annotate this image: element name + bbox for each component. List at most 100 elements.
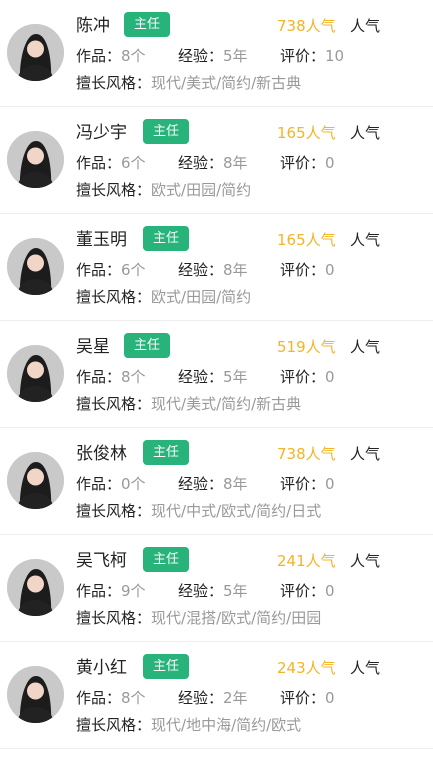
title-badge: 主任 <box>143 226 190 251</box>
popularity-count: 738人气 <box>277 445 336 463</box>
rating-stat: 评价：0 <box>280 259 335 281</box>
works-stat: 作品：0个 <box>76 473 146 495</box>
experience-label: 经验： <box>178 475 224 493</box>
rating-value: 10 <box>325 47 345 65</box>
styles-value: 现代/美式/简约/新古典 <box>151 395 302 413</box>
popularity-label: 人气 <box>350 231 381 249</box>
styles-row: 擅长风格：现代/中式/欧式/简约/日式 <box>76 500 321 522</box>
designer-card[interactable]: 冯少宇 主任 165人气 人气 作品：6个 经验：8年 评价：0 擅长风格：欧式… <box>0 107 433 214</box>
works-label: 作品： <box>76 154 122 172</box>
popularity-count: 243人气 <box>277 659 336 677</box>
styles-value: 欧式/田园/简约 <box>151 288 252 306</box>
styles-value: 现代/美式/简约/新古典 <box>151 74 302 92</box>
works-label: 作品： <box>76 582 122 600</box>
experience-stat: 经验：8年 <box>178 259 248 281</box>
styles-label: 擅长风格： <box>76 74 152 92</box>
experience-label: 经验： <box>178 154 224 172</box>
avatar[interactable] <box>7 131 64 188</box>
avatar[interactable] <box>7 666 64 723</box>
designer-card[interactable]: 黄小红 主任 243人气 人气 作品：8个 经验：2年 评价：0 擅长风格：现代… <box>0 642 433 749</box>
popularity-label: 人气 <box>350 124 381 142</box>
styles-value: 现代/混搭/欧式/简约/田园 <box>151 609 322 627</box>
avatar[interactable] <box>7 559 64 616</box>
styles-value: 现代/地中海/简约/欧式 <box>151 716 302 734</box>
styles-label: 擅长风格： <box>76 181 152 199</box>
styles-label: 擅长风格： <box>76 716 152 734</box>
avatar[interactable] <box>7 238 64 295</box>
experience-value: 5年 <box>223 582 248 600</box>
styles-label: 擅长风格： <box>76 288 152 306</box>
popularity-label: 人气 <box>350 445 381 463</box>
styles-label: 擅长风格： <box>76 502 152 520</box>
rating-value: 0 <box>325 368 335 386</box>
experience-value: 8年 <box>223 154 248 172</box>
experience-value: 8年 <box>223 261 248 279</box>
works-stat: 作品：6个 <box>76 152 146 174</box>
experience-value: 5年 <box>223 368 248 386</box>
designer-card[interactable]: 陈冲 主任 738人气 人气 作品：8个 经验：5年 评价：10 擅长风格：现代… <box>0 0 433 107</box>
works-value: 8个 <box>121 47 146 65</box>
popularity-count: 165人气 <box>277 124 336 142</box>
styles-row: 擅长风格：欧式/田园/简约 <box>76 179 251 201</box>
rating-label: 评价： <box>280 582 326 600</box>
designer-card[interactable]: 吴飞柯 主任 241人气 人气 作品：9个 经验：5年 评价：0 擅长风格：现代… <box>0 535 433 642</box>
popularity-label: 人气 <box>350 659 381 677</box>
works-label: 作品： <box>76 475 122 493</box>
rating-label: 评价： <box>280 261 326 279</box>
experience-value: 5年 <box>223 47 248 65</box>
designer-card[interactable]: 吴星 主任 519人气 人气 作品：8个 经验：5年 评价：0 擅长风格：现代/… <box>0 321 433 428</box>
works-stat: 作品：8个 <box>76 366 146 388</box>
works-value: 8个 <box>121 689 146 707</box>
works-value: 9个 <box>121 582 146 600</box>
rating-label: 评价： <box>280 154 326 172</box>
rating-value: 0 <box>325 582 335 600</box>
experience-label: 经验： <box>178 47 224 65</box>
popularity-count: 165人气 <box>277 231 336 249</box>
works-value: 0个 <box>121 475 146 493</box>
styles-row: 擅长风格：现代/美式/简约/新古典 <box>76 72 301 94</box>
works-label: 作品： <box>76 368 122 386</box>
styles-row: 擅长风格：欧式/田园/简约 <box>76 286 251 308</box>
experience-stat: 经验：8年 <box>178 473 248 495</box>
avatar[interactable] <box>7 345 64 402</box>
rating-stat: 评价：0 <box>280 687 335 709</box>
title-badge: 主任 <box>143 654 190 679</box>
works-value: 6个 <box>121 154 146 172</box>
works-stat: 作品：8个 <box>76 45 146 67</box>
popularity-label: 人气 <box>350 552 381 570</box>
works-stat: 作品：6个 <box>76 259 146 281</box>
designer-card[interactable]: 董玉明 主任 165人气 人气 作品：6个 经验：8年 评价：0 擅长风格：欧式… <box>0 214 433 321</box>
rating-value: 0 <box>325 475 335 493</box>
experience-value: 2年 <box>223 689 248 707</box>
avatar[interactable] <box>7 452 64 509</box>
popularity-count: 519人气 <box>277 338 336 356</box>
works-label: 作品： <box>76 689 122 707</box>
works-label: 作品： <box>76 261 122 279</box>
title-badge: 主任 <box>143 547 190 572</box>
rating-stat: 评价：0 <box>280 366 335 388</box>
rating-stat: 评价：0 <box>280 473 335 495</box>
designer-name: 吴星 <box>76 337 110 357</box>
rating-label: 评价： <box>280 475 326 493</box>
experience-value: 8年 <box>223 475 248 493</box>
styles-label: 擅长风格： <box>76 395 152 413</box>
popularity-label: 人气 <box>350 338 381 356</box>
works-value: 8个 <box>121 368 146 386</box>
rating-label: 评价： <box>280 368 326 386</box>
title-badge: 主任 <box>124 333 171 358</box>
rating-value: 0 <box>325 154 335 172</box>
avatar[interactable] <box>7 24 64 81</box>
designer-name: 黄小红 <box>76 658 127 678</box>
title-badge: 主任 <box>143 119 190 144</box>
styles-row: 擅长风格：现代/地中海/简约/欧式 <box>76 714 301 736</box>
popularity-label: 人气 <box>350 17 381 35</box>
designer-card[interactable]: 张俊林 主任 738人气 人气 作品：0个 经验：8年 评价：0 擅长风格：现代… <box>0 428 433 535</box>
styles-row: 擅长风格：现代/混搭/欧式/简约/田园 <box>76 607 321 629</box>
works-value: 6个 <box>121 261 146 279</box>
works-stat: 作品：9个 <box>76 580 146 602</box>
rating-stat: 评价：0 <box>280 152 335 174</box>
rating-label: 评价： <box>280 47 326 65</box>
styles-value: 现代/中式/欧式/简约/日式 <box>151 502 322 520</box>
experience-stat: 经验：5年 <box>178 580 248 602</box>
rating-value: 0 <box>325 689 335 707</box>
